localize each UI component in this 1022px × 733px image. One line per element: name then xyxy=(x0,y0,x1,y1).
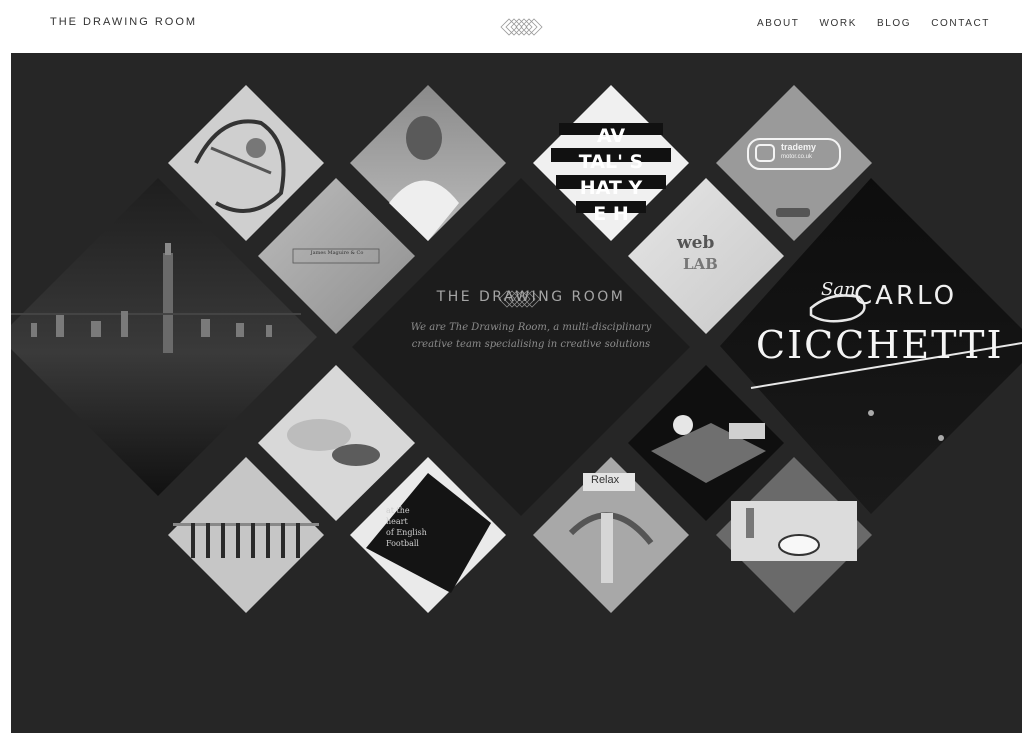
mosaic-svg xyxy=(11,85,1022,613)
trademy-brand-label: trademy xyxy=(781,142,817,152)
intro-block: THE DRAWING ROOM We are The Drawing Room… xyxy=(381,283,681,353)
intro-tagline-line-2: creative team specialising in creative s… xyxy=(411,339,651,350)
cicchetti-label: CICCHETTI xyxy=(756,323,1004,367)
intro-tagline: We are The Drawing Room, a multi-discipl… xyxy=(381,319,681,353)
portfolio-mosaic: James Maguire & Co trademy motor.co.uk w… xyxy=(11,53,1022,733)
san-label: San xyxy=(821,279,856,300)
weblab-label-lab: LAB xyxy=(683,255,718,273)
intro-tagline-line-1: We are The Drawing Room, a multi-discipl… xyxy=(410,322,652,333)
nav-contact[interactable]: CONTACT xyxy=(931,18,990,29)
trademy-sub-label: motor.co.uk xyxy=(781,154,813,160)
site-header: THE DRAWING ROOM ABOUT WORK BLOG CONTACT xyxy=(0,0,1022,53)
intro-title: THE DRAWING ROOM xyxy=(436,289,626,305)
carlo-label: CARLO xyxy=(854,281,958,311)
nav-work[interactable]: WORK xyxy=(819,18,857,29)
diamond-lattice-icon[interactable] xyxy=(497,14,545,40)
relax-label: Relax xyxy=(591,474,620,486)
james-maguire-label: James Maguire & Co xyxy=(310,250,364,256)
football-book-text: at the heart of English Football xyxy=(386,506,427,548)
weblab-label-web: web xyxy=(677,233,715,253)
type-poster-text: AV TAL' S HAT Y E H xyxy=(578,125,644,225)
site-logo-text[interactable]: THE DRAWING ROOM xyxy=(50,16,197,28)
nav-about[interactable]: ABOUT xyxy=(757,18,799,29)
nav-blog[interactable]: BLOG xyxy=(877,18,911,29)
main-nav: ABOUT WORK BLOG CONTACT xyxy=(757,18,990,29)
